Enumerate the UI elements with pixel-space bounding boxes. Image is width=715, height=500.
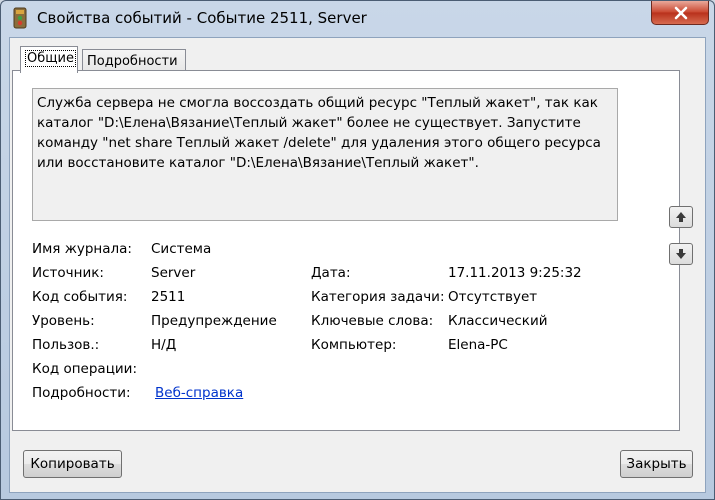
event-id-value[interactable]: 2511 bbox=[151, 289, 185, 305]
tab-details-label: Подробности bbox=[87, 54, 178, 69]
arrow-up-icon bbox=[676, 212, 686, 222]
tab-general-label: Общие bbox=[25, 50, 76, 67]
computer-label: Компьютер: bbox=[311, 337, 397, 353]
window-title: Свойства событий - Событие 2511, Server bbox=[37, 9, 367, 27]
computer-value[interactable]: Elena-PC bbox=[448, 337, 508, 353]
copy-button[interactable]: Копировать bbox=[23, 450, 122, 478]
event-viewer-icon bbox=[13, 7, 27, 29]
task-category-value[interactable]: Отсутствует bbox=[448, 289, 537, 305]
arrow-down-icon bbox=[676, 249, 686, 259]
source-value[interactable]: Server bbox=[151, 265, 195, 281]
tab-general[interactable]: Общие bbox=[20, 46, 78, 73]
source-label: Источник: bbox=[32, 265, 104, 281]
previous-event-button[interactable] bbox=[669, 206, 693, 228]
keywords-value[interactable]: Классический bbox=[448, 313, 548, 329]
event-description[interactable]: Служба сервера не смогла воссоздать общи… bbox=[32, 88, 618, 221]
close-button[interactable]: Закрыть bbox=[620, 450, 693, 478]
opcode-label: Код операции: bbox=[32, 361, 137, 377]
window-close-button[interactable] bbox=[651, 1, 709, 25]
date-value[interactable]: 17.11.2013 9:25:32 bbox=[448, 265, 582, 281]
level-value[interactable]: Предупреждение bbox=[151, 313, 277, 329]
user-value[interactable]: Н/Д bbox=[151, 337, 176, 353]
log-name-value[interactable]: Система bbox=[151, 241, 211, 257]
web-help-link[interactable]: Веб-справка bbox=[155, 385, 243, 401]
more-info-label: Подробности: bbox=[32, 385, 131, 401]
next-event-button[interactable] bbox=[669, 243, 693, 265]
close-icon bbox=[674, 6, 688, 20]
level-label: Уровень: bbox=[32, 313, 95, 329]
title-bar[interactable]: Свойства событий - Событие 2511, Server bbox=[1, 1, 714, 37]
keywords-label: Ключевые слова: bbox=[311, 313, 434, 329]
task-category-label: Категория задачи: bbox=[311, 289, 445, 305]
date-label: Дата: bbox=[311, 265, 351, 281]
log-name-label: Имя журнала: bbox=[32, 241, 132, 257]
user-label: Пользов.: bbox=[32, 337, 100, 353]
event-id-label: Код события: bbox=[32, 289, 128, 305]
